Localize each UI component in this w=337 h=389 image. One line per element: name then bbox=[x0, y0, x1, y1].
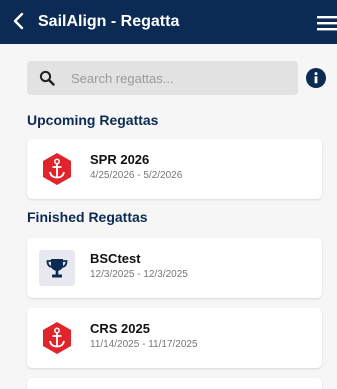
page-title: SailAlign - Regatta bbox=[38, 13, 180, 30]
regatta-name: SPR 2026 bbox=[90, 152, 150, 167]
search-input[interactable] bbox=[71, 68, 286, 88]
regatta-card-finished-1[interactable]: CRS 2025 11/14/2025 - 11/17/2025 bbox=[27, 308, 322, 368]
regatta-name: BSCtest bbox=[90, 251, 141, 266]
search-bar bbox=[27, 61, 298, 95]
regatta-card-finished-2[interactable] bbox=[27, 378, 322, 389]
app-header: SailAlign - Regatta bbox=[0, 0, 337, 44]
regatta-dates: 11/14/2025 - 11/17/2025 bbox=[90, 339, 198, 350]
upcoming-section-title: Upcoming Regattas bbox=[27, 112, 159, 128]
regatta-dates: 4/25/2026 - 5/2/2026 bbox=[90, 170, 183, 181]
regatta-card-upcoming-0[interactable]: SPR 2026 4/25/2026 - 5/2/2026 bbox=[27, 139, 322, 199]
regatta-dates: 12/3/2025 - 12/3/2025 bbox=[90, 269, 188, 280]
search-icon bbox=[39, 70, 55, 86]
back-icon[interactable] bbox=[8, 10, 30, 32]
trophy-icon bbox=[39, 250, 75, 286]
anchor-icon bbox=[39, 320, 75, 356]
regatta-name: CRS 2025 bbox=[90, 321, 150, 336]
regatta-card-finished-0[interactable]: BSCtest 12/3/2025 - 12/3/2025 bbox=[27, 238, 322, 298]
hamburger-menu-icon[interactable] bbox=[313, 13, 337, 33]
finished-section-title: Finished Regattas bbox=[27, 209, 148, 225]
anchor-icon bbox=[39, 151, 75, 187]
info-icon[interactable] bbox=[306, 68, 326, 88]
